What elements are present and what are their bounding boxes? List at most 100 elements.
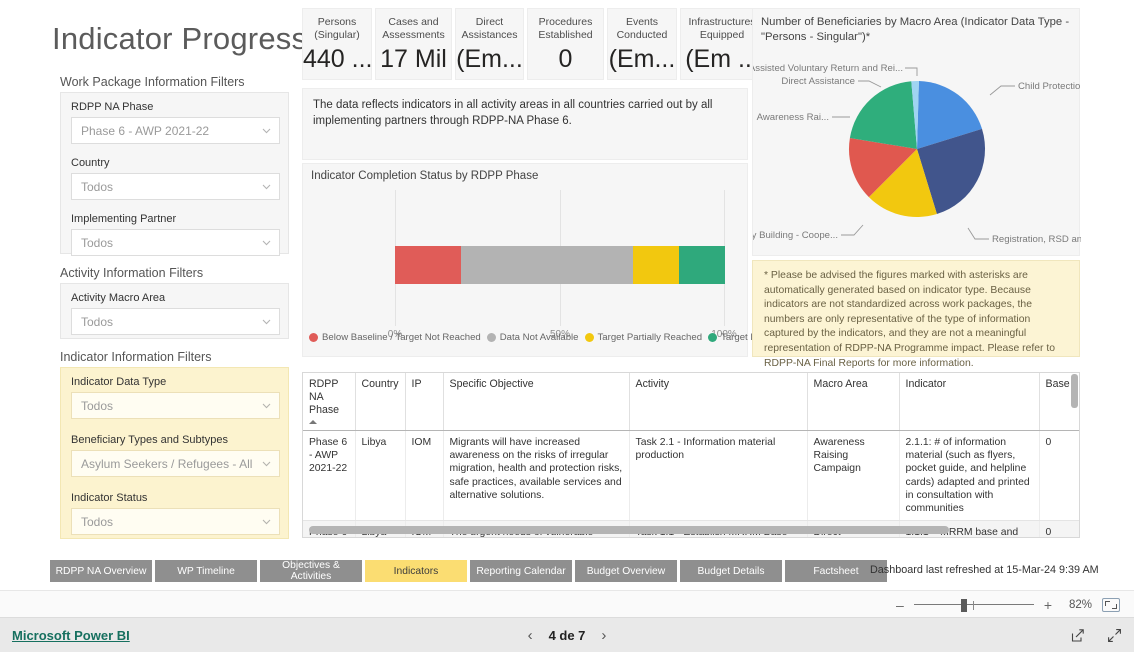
tab-wp-timeline[interactable]: WP Timeline (155, 560, 257, 582)
pie-svg: Child Protection Registration, RSD and R… (719, 63, 1133, 245)
bar-segment-data-not-available[interactable] (461, 246, 633, 284)
tab-indicators[interactable]: Indicators (365, 560, 467, 582)
table-col-header-macro-area[interactable]: Macro Area (807, 373, 900, 431)
share-icon[interactable] (1070, 628, 1085, 643)
table-col-header-activity[interactable]: Activity (629, 373, 808, 431)
tab-budget-overview[interactable]: Budget Overview (575, 560, 677, 582)
kpi-label-cases-and-assessments: Cases and Assessments (376, 16, 451, 42)
kpi-card-cases-and-assessments[interactable]: Cases and Assessments 17 Mil (375, 8, 452, 80)
filter-value-indicator-status: Todos (81, 514, 114, 529)
kpi-label-line1: Infrastructures (688, 16, 756, 28)
filter-label-activity-macro-area: Activity Macro Area (71, 292, 166, 304)
bar-segment-target-partially-reached[interactable] (632, 246, 679, 284)
tab-objectives-activities[interactable]: Objectives & Activities (260, 560, 362, 582)
info-text-card: The data reflects indicators in all acti… (302, 88, 748, 160)
page-indicator-text: 4 de 7 (548, 627, 586, 643)
pie-label-avrr: Assisted Voluntary Return and Rei... (753, 63, 903, 74)
sort-ascending-icon (309, 420, 317, 424)
kpi-label-direct-assistances: Direct Assistances (456, 16, 523, 42)
legend-label-target-partially-reached: Target Partially Reached (597, 332, 703, 343)
zoom-slider-thumb[interactable] (960, 599, 967, 612)
filter-label-country: Country (71, 157, 110, 169)
kpi-card-procedures-established[interactable]: Procedures Established 0 (527, 8, 604, 80)
tab-rdpp-na-overview[interactable]: RDPP NA Overview (50, 560, 152, 582)
kpi-label-line1: Cases and (388, 16, 439, 28)
zoom-in-button[interactable]: + (1044, 598, 1052, 612)
legend-swatch-icon (584, 333, 594, 342)
cell-indicator: 2.1.1: # of information material (such a… (899, 430, 1040, 522)
filter-select-rdpp-na-phase[interactable]: Phase 6 - AWP 2021-22 (71, 117, 280, 144)
filter-label-beneficiary-types: Beneficiary Types and Subtypes (71, 434, 228, 446)
table-row[interactable]: Phase 6 - AWP 2021-22 Libya IOM Migrants… (303, 430, 1079, 522)
chart-legend: Below Baseline / Target Not Reached Data… (309, 332, 789, 343)
kpi-label-line1: Procedures (538, 16, 593, 28)
legend-label-below-baseline: Below Baseline / Target Not Reached (322, 332, 481, 343)
kpi-card-persons-singular[interactable]: Persons (Singular) 440 ... (302, 8, 372, 80)
pie-label-capacity-building: Capacity Building - Coope... (753, 230, 838, 241)
legend-swatch-icon (309, 333, 318, 342)
kpi-label-procedures-established: Procedures Established (528, 16, 603, 42)
zoom-out-button[interactable]: – (896, 598, 904, 612)
table-col-header-phase[interactable]: RDPP NA Phase (303, 373, 356, 431)
chart-beneficiaries-by-macro-area[interactable]: Number of Beneficiaries by Macro Area (I… (719, 8, 1133, 256)
tab-reporting-calendar[interactable]: Reporting Calendar (470, 560, 572, 582)
kpi-value-cases-and-assessments: 17 Mil (380, 45, 447, 73)
cell-country: Libya (355, 430, 406, 522)
table-header-row: RDPP NA Phase Country IP Specific Object… (303, 373, 1079, 431)
kpi-label-line2: Equipped (699, 29, 745, 41)
last-refreshed-text: Dashboard last refreshed at 15-Mar-24 9:… (870, 564, 1099, 576)
table-col-header-indicator[interactable]: Indicator (899, 373, 1040, 431)
filter-select-implementing-partner[interactable]: Todos (71, 229, 280, 256)
chevron-down-icon (260, 515, 273, 528)
kpi-label-line2: (Singular) (314, 29, 360, 41)
kpi-label-line2: Conducted (616, 29, 668, 41)
chevron-down-icon (260, 236, 273, 249)
zoom-slider[interactable] (913, 598, 1034, 612)
stacked-bar-phase-6[interactable] (395, 246, 725, 284)
fullscreen-icon[interactable] (1107, 628, 1122, 643)
filter-group-heading-work-package: Work Package Information Filters (60, 75, 245, 89)
table-col-header-country[interactable]: Country (355, 373, 406, 431)
tab-budget-details[interactable]: Budget Details (680, 560, 782, 582)
filter-select-beneficiary-types[interactable]: Asylum Seekers / Refugees - All (71, 450, 280, 477)
kpi-card-direct-assistances[interactable]: Direct Assistances (Em... (455, 8, 524, 80)
chart-title-indicator-completion: Indicator Completion Status by RDPP Phas… (311, 170, 539, 182)
filter-value-indicator-data-type: Todos (81, 398, 114, 413)
table-horizontal-scrollbar[interactable] (309, 526, 949, 534)
legend-item-data-not-available[interactable]: Data Not Available (486, 332, 579, 343)
disclaimer-note-card: * Please be advised the figures marked w… (752, 260, 1080, 369)
kpi-card-events-conducted[interactable]: Events Conducted (Em... (607, 8, 677, 80)
kpi-value-infrastructures-equipped: (Em ... (685, 45, 759, 73)
filter-select-indicator-data-type[interactable]: Todos (71, 392, 280, 419)
cell-specific-objective: Migrants will have increased awareness o… (443, 430, 630, 522)
zoom-level-text: 82% (1068, 599, 1092, 611)
legend-item-target-partially-reached[interactable]: Target Partially Reached (584, 332, 703, 343)
indicator-data-table[interactable]: RDPP NA Phase Country IP Specific Object… (302, 372, 1080, 538)
kpi-label-line1: Events (625, 16, 659, 28)
pie-label-direct-assistance: Direct Assistance (781, 76, 855, 87)
chevron-left-icon[interactable]: ‹ (528, 627, 533, 644)
kpi-label-persons-singular: Persons (Singular) (303, 16, 371, 42)
kpi-value-direct-assistances: (Em... (456, 45, 523, 73)
table-vertical-scrollbar[interactable] (1071, 374, 1078, 408)
chevron-down-icon (260, 315, 273, 328)
pie-label-registration-rsd: Registration, RSD and Resettle... (992, 234, 1081, 245)
table-col-header-ip[interactable]: IP (405, 373, 444, 431)
filter-label-rdpp-na-phase: RDPP NA Phase (71, 101, 154, 113)
disclaimer-note-text: * Please be advised the figures marked w… (764, 270, 1056, 369)
filter-card-indicator: Indicator Data Type Todos Beneficiary Ty… (60, 367, 289, 539)
bar-segment-target-reached[interactable] (678, 246, 725, 284)
bar-segment-below-baseline[interactable] (395, 246, 461, 284)
cell-baseline: 0 (1039, 520, 1079, 537)
chevron-right-icon[interactable]: › (601, 627, 606, 644)
table-col-header-specific-objective[interactable]: Specific Objective (443, 373, 630, 431)
filter-select-activity-macro-area[interactable]: Todos (71, 308, 280, 335)
legend-item-below-baseline[interactable]: Below Baseline / Target Not Reached (309, 332, 481, 343)
report-footer: Microsoft Power BI ‹ 4 de 7 › (0, 618, 1134, 652)
filter-select-indicator-status[interactable]: Todos (71, 508, 280, 535)
filter-value-rdpp-na-phase: Phase 6 - AWP 2021-22 (81, 123, 210, 138)
kpi-label-line1: Persons (317, 16, 357, 28)
fit-to-page-icon[interactable] (1102, 598, 1120, 612)
filter-select-country[interactable]: Todos (71, 173, 280, 200)
chart-indicator-completion-status[interactable]: Indicator Completion Status by RDPP Phas… (302, 163, 789, 427)
